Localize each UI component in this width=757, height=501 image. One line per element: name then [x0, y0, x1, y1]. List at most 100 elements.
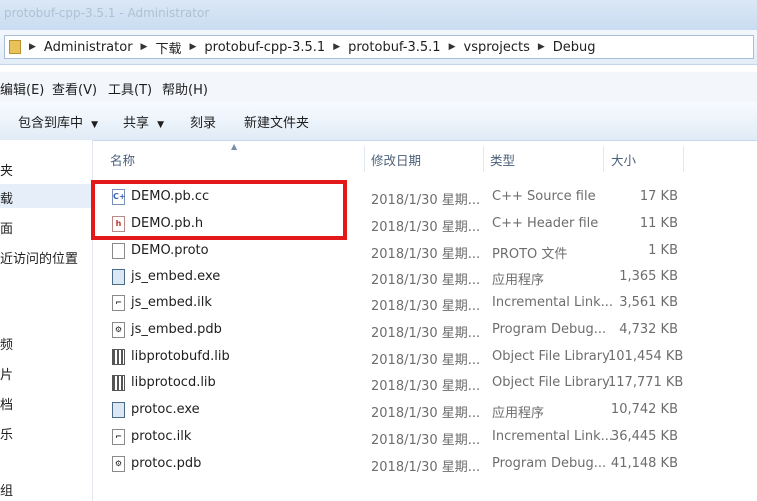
file-type: Incremental Link... [492, 429, 614, 444]
sidebar-item-music[interactable]: 乐 [0, 424, 13, 443]
column-header-type[interactable]: 类型 [490, 150, 515, 169]
file-size: 117,771 KB [608, 375, 684, 390]
chevron-right-icon[interactable]: ▶ [333, 42, 340, 52]
address-bar-area: ▶ Administrator ▶ 下载 ▶ protobuf-cpp-3.5.… [0, 30, 757, 65]
sidebar-item-recent[interactable]: 近访问的位置 [0, 248, 78, 267]
file-type: PROTO 文件 [492, 247, 568, 262]
menu-view[interactable]: 查看(V) [52, 79, 97, 98]
folder-icon [9, 40, 21, 54]
file-date: 2018/1/30 星期... [371, 247, 481, 262]
sidebar-item-favorites[interactable]: 夹 [0, 160, 13, 179]
sidebar-selection [0, 184, 92, 208]
sidebar-item-documents[interactable]: 档 [0, 394, 13, 413]
file-type: Program Debug... [492, 322, 607, 337]
chevron-right-icon[interactable]: ▶ [189, 42, 196, 52]
file-row[interactable]: js_embed.exe 2018/1/30 星期... 应用程序 1,365 … [92, 264, 757, 290]
chevron-right-icon[interactable]: ▶ [141, 42, 148, 52]
file-type: C++ Header file [492, 216, 599, 231]
pdb-file-icon: ⚙ [112, 456, 125, 472]
file-name: protoc.exe [131, 402, 200, 417]
column-divider[interactable] [364, 146, 365, 172]
file-row[interactable]: ⚙ js_embed.pdb 2018/1/30 星期... Program D… [92, 317, 757, 343]
dropdown-arrow-icon: ▼ [157, 120, 165, 130]
file-name: js_embed.pdb [131, 322, 222, 337]
include-in-library-label: 包含到库中 [18, 116, 84, 131]
file-type: 应用程序 [492, 273, 545, 288]
file-name: libprotocd.lib [131, 375, 216, 390]
file-date: 2018/1/30 星期... [371, 193, 481, 208]
chevron-right-icon[interactable]: ▶ [538, 42, 545, 52]
menu-edit[interactable]: 编辑(E) [0, 79, 44, 98]
share-label: 共享 [123, 116, 150, 131]
file-size: 41,148 KB [610, 456, 678, 471]
share-button[interactable]: 共享 ▼ [123, 112, 164, 131]
chevron-right-icon[interactable]: ▶ [29, 42, 36, 52]
breadcrumb-item[interactable]: protobuf-3.5.1 [348, 40, 440, 55]
sidebar-item-desktop[interactable]: 面 [0, 218, 13, 237]
breadcrumb-item[interactable]: 下载 [155, 38, 181, 57]
file-name: js_embed.exe [131, 269, 221, 284]
file-type: Incremental Link... [492, 295, 614, 310]
file-size: 1 KB [648, 243, 678, 258]
breadcrumb-item[interactable]: Debug [553, 40, 596, 55]
address-bar[interactable]: ▶ Administrator ▶ 下载 ▶ protobuf-cpp-3.5.… [4, 35, 754, 59]
navigation-pane: 夹 载 面 近访问的位置 频 片 档 乐 组 [0, 140, 93, 501]
file-name: protoc.pdb [131, 456, 202, 471]
breadcrumb-item[interactable]: Administrator [44, 40, 133, 55]
file-type: Object File Library [492, 349, 610, 364]
file-row[interactable]: libprotocd.lib 2018/1/30 星期... Object Fi… [92, 370, 757, 396]
file-name: protoc.ilk [131, 429, 192, 444]
sidebar-item-downloads[interactable]: 载 [0, 188, 13, 207]
column-divider[interactable] [483, 146, 484, 172]
sidebar-item-videos[interactable]: 频 [0, 334, 13, 353]
highlight-box [91, 180, 347, 240]
file-date: 2018/1/30 星期... [371, 326, 481, 341]
column-divider[interactable] [603, 146, 604, 172]
file-size: 4,732 KB [619, 322, 678, 337]
file-size: 10,742 KB [610, 402, 678, 417]
sidebar-item-homegroup[interactable]: 组 [0, 480, 13, 499]
file-row[interactable]: ⌐ protoc.ilk 2018/1/30 星期... Incremental… [92, 424, 757, 450]
menu-help[interactable]: 帮助(H) [162, 79, 208, 98]
file-row[interactable]: ⌐ js_embed.ilk 2018/1/30 星期... Increment… [92, 290, 757, 316]
pdb-file-icon: ⚙ [112, 322, 125, 338]
chevron-right-icon[interactable]: ▶ [449, 42, 456, 52]
file-name: DEMO.proto [131, 243, 209, 258]
new-folder-button[interactable]: 新建文件夹 [244, 112, 309, 131]
file-row[interactable]: ⚙ protoc.pdb 2018/1/30 星期... Program Deb… [92, 451, 757, 477]
file-date: 2018/1/30 星期... [371, 299, 481, 314]
file-name: libprotobufd.lib [131, 349, 230, 364]
file-date: 2018/1/30 星期... [371, 353, 481, 368]
exe-icon [112, 402, 125, 418]
file-date: 2018/1/30 星期... [371, 273, 481, 288]
include-in-library-button[interactable]: 包含到库中 ▼ [18, 112, 98, 131]
column-header-date[interactable]: 修改日期 [371, 150, 421, 169]
command-toolbar: 包含到库中 ▼ 共享 ▼ 刻录 新建文件夹 [0, 102, 757, 141]
dropdown-arrow-icon: ▼ [91, 120, 99, 130]
file-row[interactable]: protoc.exe 2018/1/30 星期... 应用程序 10,742 K… [92, 397, 757, 423]
file-size: 1,365 KB [619, 269, 678, 284]
file-row[interactable]: libprotobufd.lib 2018/1/30 星期... Object … [92, 344, 757, 370]
file-date: 2018/1/30 星期... [371, 379, 481, 394]
column-header-name[interactable]: 名称 [110, 150, 135, 169]
burn-button[interactable]: 刻录 [190, 112, 216, 131]
file-date: 2018/1/30 星期... [371, 433, 481, 448]
breadcrumb-item[interactable]: vsprojects [464, 40, 530, 55]
file-date: 2018/1/30 星期... [371, 406, 481, 421]
window-title: protobuf-cpp-3.5.1 - Administrator [4, 6, 210, 20]
breadcrumb: ▶ Administrator ▶ 下载 ▶ protobuf-cpp-3.5.… [21, 38, 596, 57]
column-divider[interactable] [683, 146, 684, 172]
sidebar-item-pictures[interactable]: 片 [0, 364, 13, 383]
file-date: 2018/1/30 星期... [371, 460, 481, 475]
file-size: 11 KB [639, 216, 678, 231]
file-size: 101,454 KB [608, 349, 684, 364]
breadcrumb-item[interactable]: protobuf-cpp-3.5.1 [204, 40, 325, 55]
menu-tools[interactable]: 工具(T) [108, 79, 152, 98]
title-bar: protobuf-cpp-3.5.1 - Administrator [0, 0, 757, 30]
column-header-size[interactable]: 大小 [611, 150, 636, 169]
file-type: C++ Source file [492, 189, 596, 204]
ilk-file-icon: ⌐ [112, 429, 125, 445]
file-row[interactable]: DEMO.proto 2018/1/30 星期... PROTO 文件 1 KB [92, 238, 757, 264]
ilk-file-icon: ⌐ [112, 295, 125, 311]
file-size: 3,561 KB [619, 295, 678, 310]
